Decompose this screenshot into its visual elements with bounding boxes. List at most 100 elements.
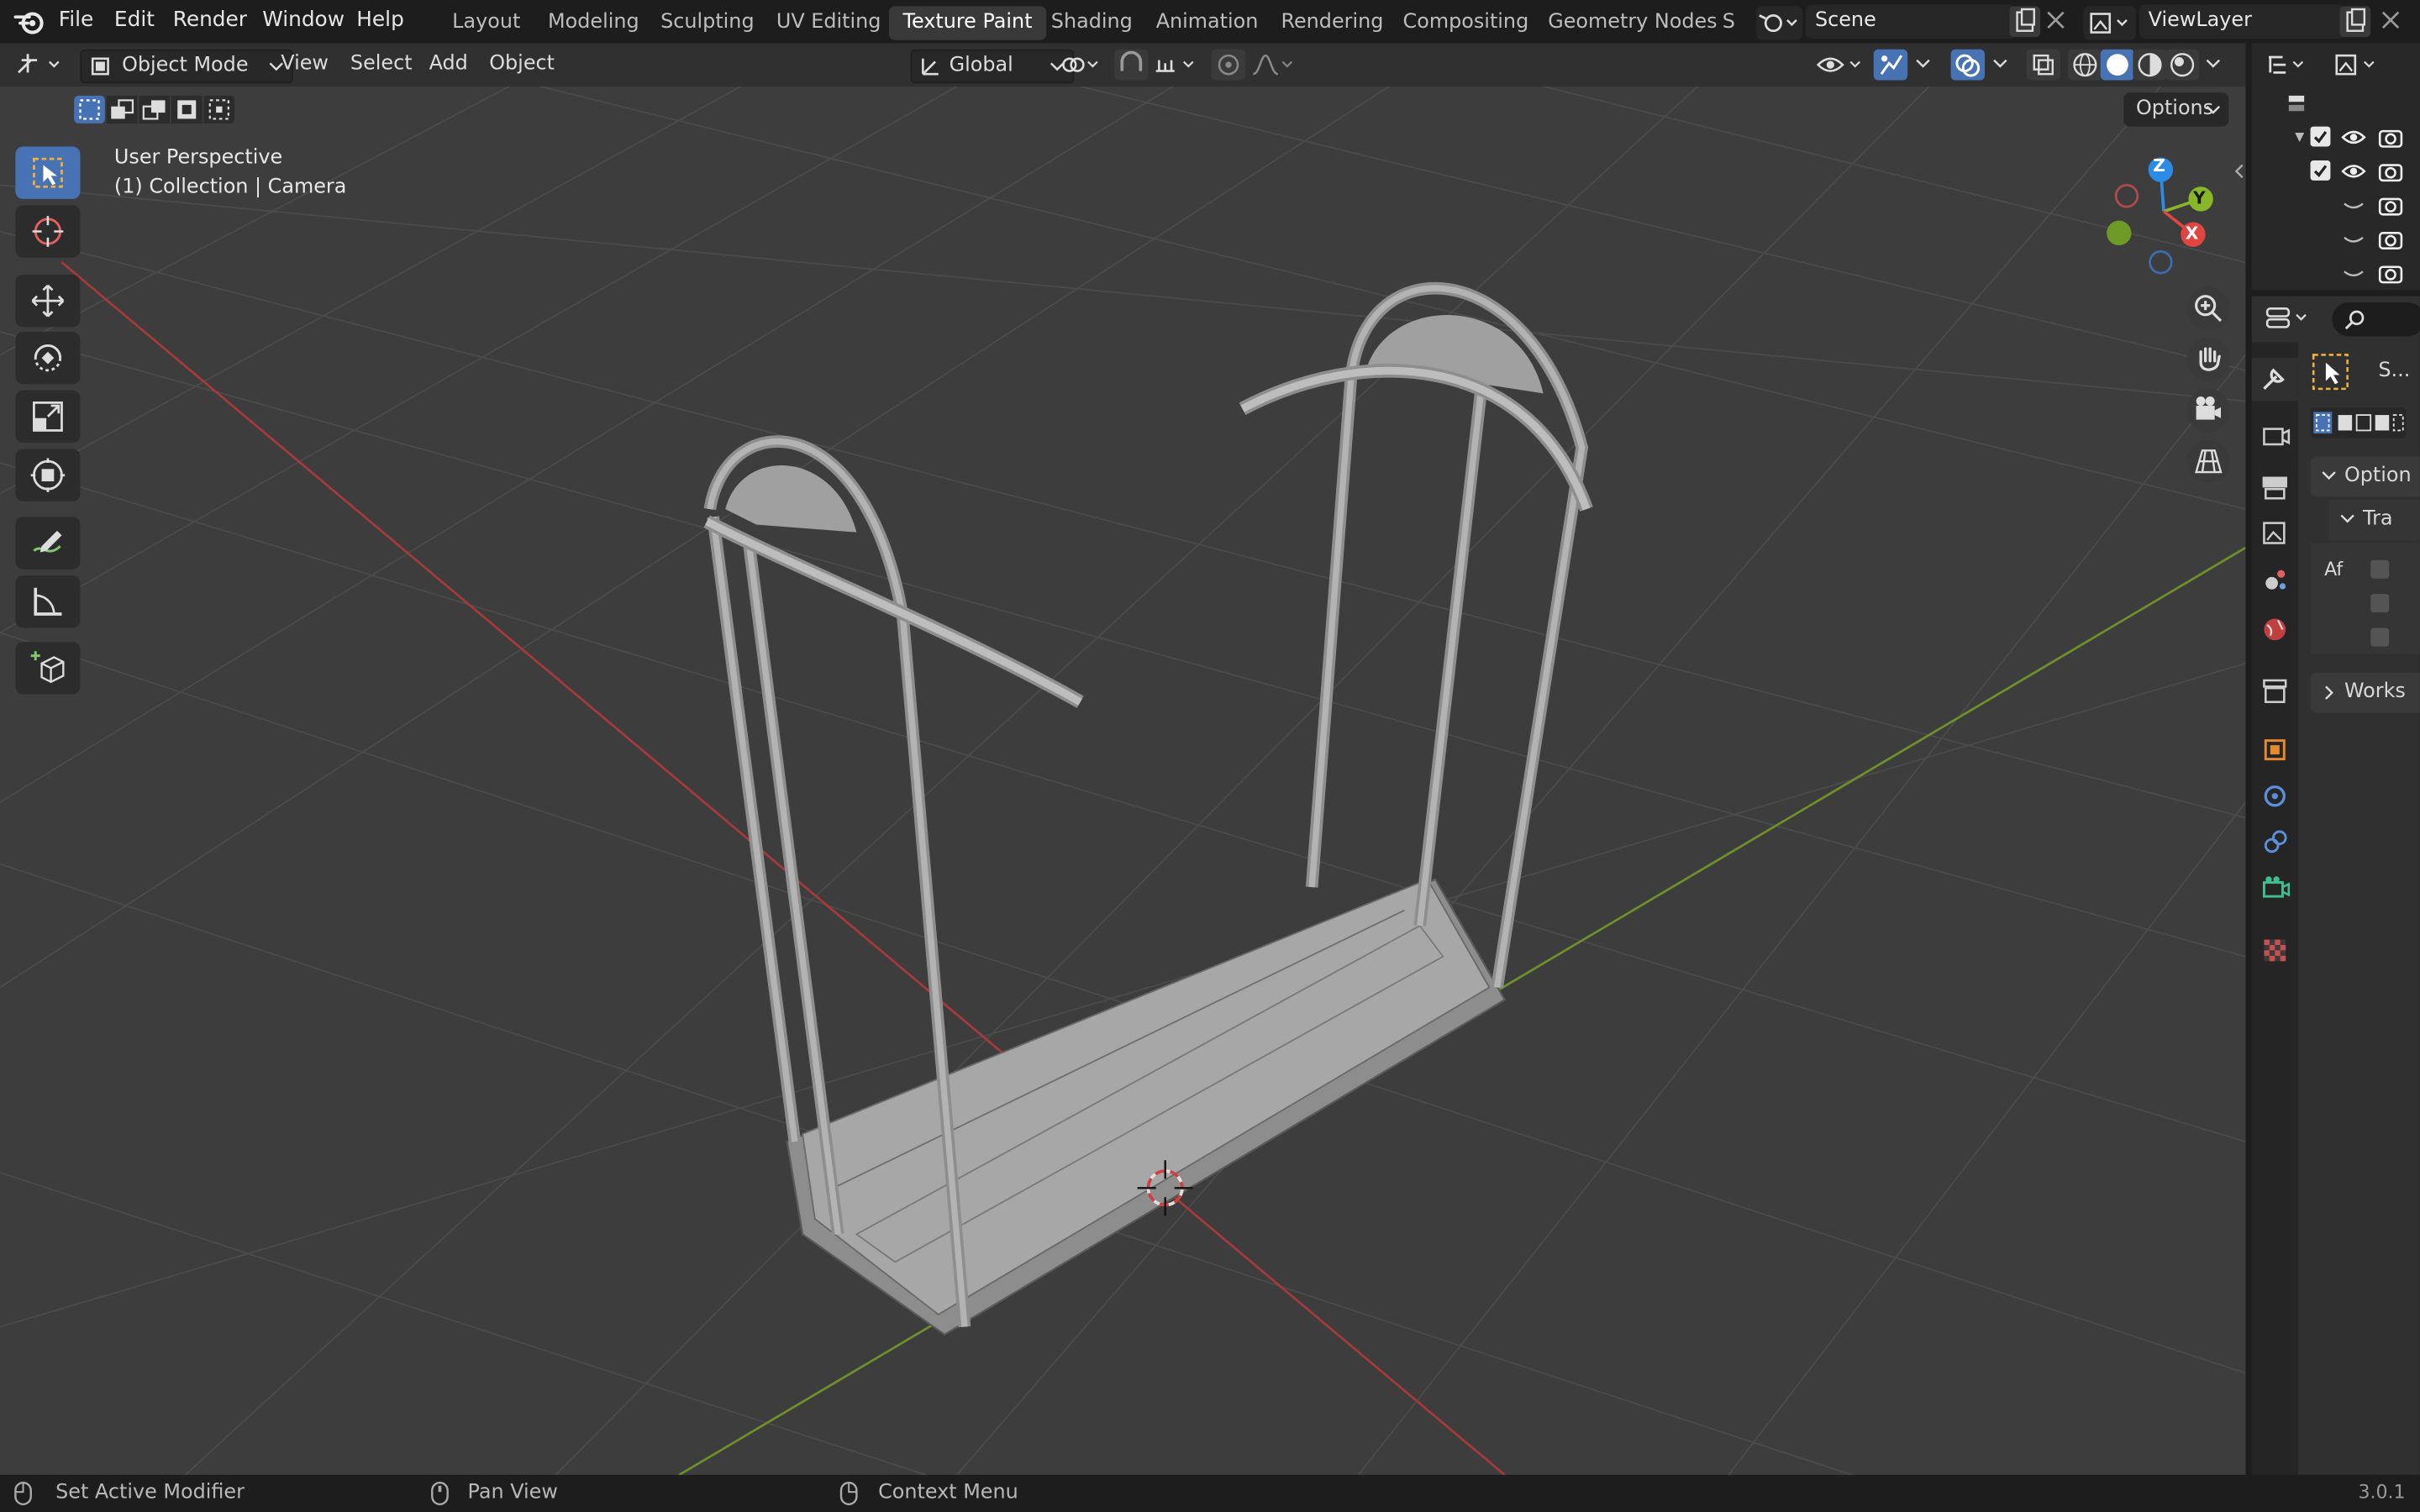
proportional-edit-icon[interactable]: [1211, 49, 1246, 81]
scene-name-field[interactable]: Scene: [1805, 4, 2016, 39]
add-cube-tool[interactable]: [15, 642, 81, 695]
affect-locations-checkbox[interactable]: [2370, 594, 2390, 613]
menu-help[interactable]: Help: [356, 8, 404, 32]
select-intersect-icon[interactable]: [203, 95, 235, 123]
shading-options-icon[interactable]: [2204, 52, 2223, 80]
tab-scripting[interactable]: S: [1719, 6, 1739, 39]
new-scene-icon[interactable]: [2009, 6, 2041, 38]
select-invert-icon[interactable]: [171, 95, 203, 123]
exclude-checkbox[interactable]: [2310, 160, 2331, 181]
menu-render[interactable]: Render: [173, 8, 247, 32]
perspective-toggle-icon[interactable]: [2186, 439, 2231, 483]
render-camera-icon[interactable]: [2378, 262, 2403, 290]
view-layer-name-field[interactable]: ViewLayer: [2139, 4, 2346, 39]
mode-dropdown[interactable]: Object Mode: [80, 49, 293, 84]
render-camera-icon[interactable]: [2378, 194, 2403, 222]
transform-tool[interactable]: [15, 449, 81, 501]
options-panel-header[interactable]: Option: [2310, 456, 2420, 497]
snap-icon[interactable]: [1114, 49, 1149, 81]
view-layer-selector-icon[interactable]: [2083, 6, 2136, 40]
move-tool[interactable]: [15, 274, 81, 328]
tab-constraints-icon[interactable]: [2252, 824, 2298, 867]
tab-tool-icon[interactable]: [2251, 358, 2298, 402]
tab-world-icon[interactable]: [2252, 611, 2298, 654]
affect-origins-checkbox[interactable]: [2370, 559, 2390, 579]
shading-material-icon[interactable]: [2133, 49, 2167, 81]
tab-layout[interactable]: Layout: [439, 6, 534, 39]
xray-toggle-icon[interactable]: [2026, 49, 2060, 81]
tab-compositing[interactable]: Compositing: [1389, 6, 1543, 39]
select-box-tool[interactable]: [15, 146, 81, 199]
transform-orientation-dropdown[interactable]: Global: [910, 49, 1075, 84]
delete-view-layer-icon[interactable]: [2380, 9, 2402, 37]
list-item[interactable]: [2252, 256, 2420, 290]
delete-scene-icon[interactable]: [2045, 9, 2067, 37]
sidebar-toggle-icon[interactable]: [2232, 160, 2246, 188]
overlays-options-icon[interactable]: [1991, 52, 2009, 80]
measure-tool[interactable]: [15, 575, 81, 628]
snap-target-icon[interactable]: [1151, 51, 1201, 85]
menu-select[interactable]: Select: [341, 50, 422, 81]
transform-subpanel-header[interactable]: Tra: [2328, 500, 2420, 540]
tab-animation[interactable]: Animation: [1142, 6, 1272, 39]
outliner-filter-icon[interactable]: [2332, 51, 2384, 85]
workspace-panel-header[interactable]: Works: [2310, 672, 2420, 713]
tab-sculpting[interactable]: Sculpting: [647, 6, 769, 39]
list-item[interactable]: [2252, 155, 2420, 188]
shading-solid-icon[interactable]: [2100, 49, 2135, 81]
cursor-tool[interactable]: [15, 205, 81, 258]
tab-render-icon[interactable]: [2252, 420, 2298, 463]
menu-add[interactable]: Add: [420, 50, 477, 81]
tab-geometry-nodes[interactable]: Geometry Nodes: [1534, 6, 1731, 39]
shading-rendered-icon[interactable]: [2165, 49, 2200, 81]
eye-icon[interactable]: [2341, 160, 2366, 188]
new-view-layer-icon[interactable]: [2339, 6, 2371, 38]
menu-view[interactable]: View: [271, 50, 338, 81]
falloff-icon[interactable]: [1250, 51, 1297, 85]
visibility-icon[interactable]: [1815, 51, 1867, 85]
camera-view-icon[interactable]: [2186, 388, 2231, 433]
pivot-point-icon[interactable]: [1059, 51, 1105, 85]
annotate-tool[interactable]: [15, 517, 81, 570]
list-item[interactable]: [2252, 120, 2420, 154]
tab-shading[interactable]: Shading: [1037, 6, 1146, 39]
tab-rendering[interactable]: Rendering: [1267, 6, 1397, 39]
tab-output-icon[interactable]: [2252, 469, 2298, 512]
menu-file[interactable]: File: [59, 8, 93, 32]
render-camera-icon[interactable]: [2378, 127, 2403, 155]
scene-selector-icon[interactable]: [1756, 6, 1803, 40]
options-dropdown[interactable]: Options: [2123, 92, 2229, 127]
select-extend-icon[interactable]: [106, 95, 138, 123]
properties-editor-type-icon[interactable]: [2264, 304, 2313, 338]
scale-tool[interactable]: [15, 390, 81, 444]
disclosure-triangle-icon[interactable]: [2291, 128, 2307, 152]
active-tool-icon[interactable]: [2311, 352, 2357, 392]
3d-viewport[interactable]: Z Y X User Perspective (1) Collection | …: [0, 86, 2246, 1475]
render-camera-icon[interactable]: [2378, 228, 2403, 256]
list-item[interactable]: [2252, 222, 2420, 255]
eye-closed-icon[interactable]: [2341, 262, 2365, 290]
pan-hand-icon[interactable]: [2186, 338, 2231, 381]
tab-view-layer-icon[interactable]: [2252, 515, 2298, 558]
outliner-display-mode-icon[interactable]: [2264, 51, 2310, 85]
menu-edit[interactable]: Edit: [114, 8, 155, 32]
tab-texture-paint[interactable]: Texture Paint: [888, 6, 1047, 40]
rotate-tool[interactable]: [15, 331, 81, 385]
eye-closed-icon[interactable]: [2341, 228, 2365, 256]
tab-texture-icon[interactable]: [2252, 932, 2298, 974]
zoom-icon[interactable]: [2186, 286, 2231, 331]
properties-search-input[interactable]: [2332, 302, 2420, 337]
exclude-checkbox[interactable]: [2310, 126, 2331, 147]
overlays-toggle-icon[interactable]: [1950, 49, 1985, 81]
eye-icon[interactable]: [2341, 127, 2366, 155]
select-new-icon[interactable]: [74, 95, 105, 123]
blender-logo-icon[interactable]: [13, 8, 45, 41]
render-camera-icon[interactable]: [2378, 160, 2403, 188]
select-mode-strip[interactable]: [2310, 407, 2407, 438]
editor-type-icon[interactable]: [13, 51, 68, 85]
tab-collection-icon[interactable]: [2252, 673, 2298, 716]
select-subtract-icon[interactable]: [139, 95, 171, 123]
tab-object-icon[interactable]: [2252, 732, 2298, 774]
tab-modifiers-icon[interactable]: [2252, 778, 2298, 821]
tab-scene-icon[interactable]: [2252, 562, 2298, 605]
